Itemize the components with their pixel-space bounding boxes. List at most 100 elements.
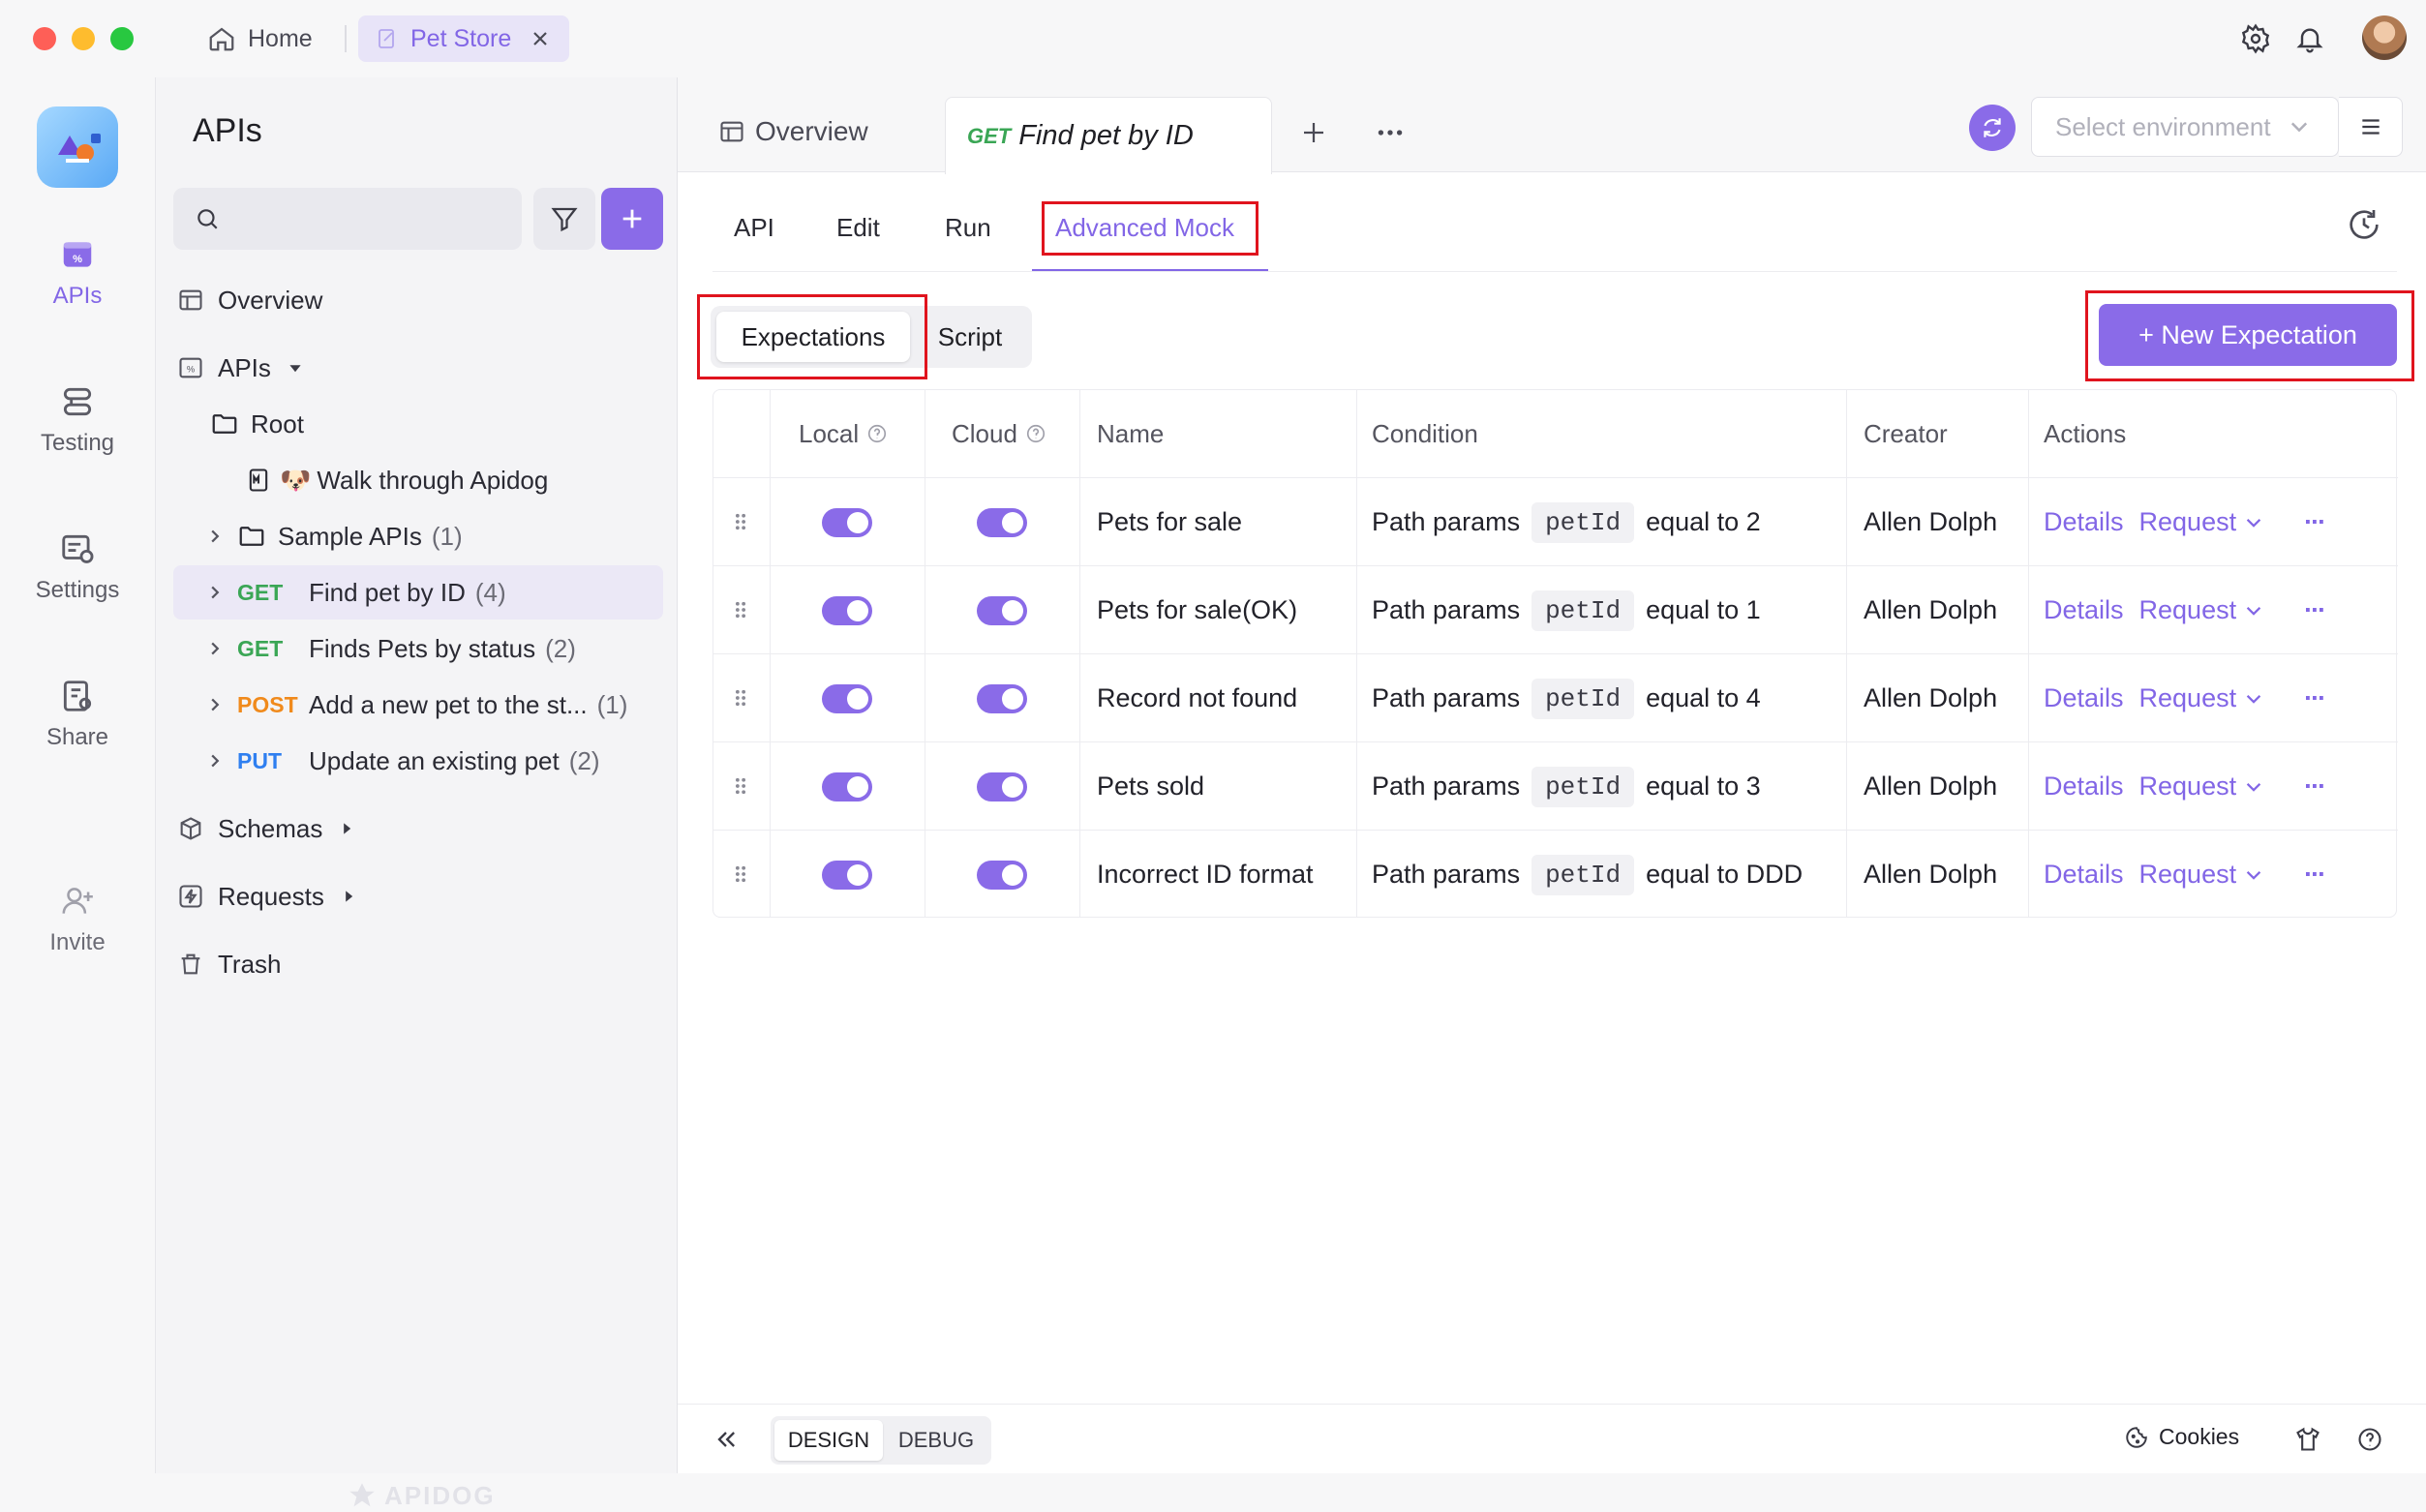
more-tabs-icon[interactable] bbox=[1375, 118, 1406, 147]
help-icon[interactable] bbox=[866, 423, 888, 444]
request-dropdown[interactable]: Request bbox=[2139, 771, 2237, 801]
bell-icon[interactable] bbox=[2294, 23, 2325, 54]
mode-design[interactable]: DESIGN bbox=[774, 1420, 883, 1461]
tree-item-walkthrough[interactable]: 🐶 Walk through Apidog bbox=[173, 453, 663, 507]
doc-tab-overview[interactable]: Overview bbox=[718, 116, 868, 147]
cloud-toggle[interactable] bbox=[977, 595, 1027, 625]
tree-item-schemas[interactable]: Schemas bbox=[173, 801, 663, 856]
cookies-button[interactable]: Cookies bbox=[2124, 1424, 2239, 1450]
tree-item-endpoint-update-pet[interactable]: PUT Update an existing pet (2) bbox=[173, 734, 663, 788]
subtab-edit[interactable]: Edit bbox=[836, 213, 880, 243]
method-badge: GET bbox=[967, 123, 1012, 148]
lightning-icon bbox=[179, 885, 202, 908]
new-tab-plus-icon[interactable] bbox=[1299, 118, 1328, 147]
table-row[interactable]: Record not found Path params petId equal… bbox=[713, 653, 2398, 741]
minimize-window-button[interactable] bbox=[72, 27, 95, 50]
local-toggle[interactable] bbox=[822, 507, 872, 537]
rail-item-share[interactable]: Share bbox=[0, 678, 155, 751]
mode-debug[interactable]: DEBUG bbox=[885, 1420, 987, 1461]
tree-item-requests[interactable]: Requests bbox=[173, 869, 663, 923]
rail-item-settings[interactable]: Settings bbox=[0, 530, 155, 604]
close-window-button[interactable] bbox=[33, 27, 56, 50]
rail-item-testing[interactable]: Testing bbox=[0, 383, 155, 457]
rail-label-invite: Invite bbox=[49, 929, 106, 955]
more-actions-button[interactable]: ··· bbox=[2304, 595, 2326, 625]
drag-handle-icon[interactable] bbox=[733, 511, 748, 532]
drag-handle-icon[interactable] bbox=[733, 775, 748, 797]
tree-item-trash[interactable]: Trash bbox=[173, 937, 663, 991]
chevron-down-icon[interactable] bbox=[2246, 691, 2261, 707]
details-link[interactable]: Details bbox=[2044, 771, 2124, 801]
local-toggle[interactable] bbox=[822, 683, 872, 713]
maximize-window-button[interactable] bbox=[110, 27, 134, 50]
filter-button[interactable] bbox=[533, 188, 595, 250]
environment-select[interactable]: Select environment bbox=[2031, 97, 2339, 157]
search-input[interactable] bbox=[173, 188, 522, 250]
more-actions-button[interactable]: ··· bbox=[2304, 507, 2326, 537]
cloud-toggle[interactable] bbox=[977, 507, 1027, 537]
param-chip: petId bbox=[1531, 501, 1635, 543]
tree-item-endpoint-finds-pets[interactable]: GET Finds Pets by status (2) bbox=[173, 621, 663, 676]
details-link[interactable]: Details bbox=[2044, 595, 2124, 625]
local-toggle[interactable] bbox=[822, 860, 872, 890]
tree-item-root[interactable]: Root bbox=[173, 397, 663, 451]
tree-item-overview[interactable]: Overview bbox=[173, 273, 663, 327]
chevron-right-icon bbox=[211, 698, 220, 711]
more-actions-button[interactable]: ··· bbox=[2304, 683, 2326, 713]
chevron-down-icon[interactable] bbox=[2246, 867, 2261, 883]
cloud-toggle[interactable] bbox=[977, 860, 1027, 890]
param-chip: petId bbox=[1531, 854, 1635, 895]
table-row[interactable]: Pets for sale(OK) Path params petId equa… bbox=[713, 565, 2398, 653]
details-link[interactable]: Details bbox=[2044, 683, 2124, 713]
cloud-toggle[interactable] bbox=[977, 683, 1027, 713]
more-actions-button[interactable]: ··· bbox=[2304, 860, 2326, 890]
collapse-left-icon[interactable] bbox=[713, 1426, 740, 1453]
cloud-toggle[interactable] bbox=[977, 771, 1027, 801]
environment-menu-button[interactable] bbox=[2339, 97, 2403, 157]
add-api-button[interactable] bbox=[601, 188, 663, 250]
tab-home[interactable]: Home bbox=[207, 21, 313, 56]
request-dropdown[interactable]: Request bbox=[2139, 507, 2237, 537]
tab-pet-store[interactable]: Pet Store bbox=[358, 15, 569, 62]
subtab-run[interactable]: Run bbox=[945, 213, 991, 243]
folder-icon bbox=[212, 414, 237, 434]
request-dropdown[interactable]: Request bbox=[2139, 595, 2237, 625]
close-icon[interactable] bbox=[531, 29, 550, 48]
tree-item-sample-apis[interactable]: Sample APIs (1) bbox=[173, 509, 663, 563]
history-icon[interactable] bbox=[2345, 205, 2383, 244]
request-dropdown[interactable]: Request bbox=[2139, 860, 2237, 890]
segment-script[interactable]: Script bbox=[916, 312, 1024, 362]
expectation-name: Pets sold bbox=[1097, 771, 1205, 801]
shirt-icon[interactable] bbox=[2294, 1426, 2321, 1453]
chevron-down-icon[interactable] bbox=[2246, 779, 2261, 795]
tree-item-apis[interactable]: % APIs bbox=[173, 341, 663, 395]
chevron-down-icon[interactable] bbox=[2246, 603, 2261, 619]
request-dropdown[interactable]: Request bbox=[2139, 683, 2237, 713]
drag-handle-icon[interactable] bbox=[733, 863, 748, 885]
table-row[interactable]: Pets for sale Path params petId equal to… bbox=[713, 477, 2398, 565]
details-link[interactable]: Details bbox=[2044, 860, 2124, 890]
help-circle-icon[interactable] bbox=[2356, 1426, 2383, 1453]
local-toggle[interactable] bbox=[822, 771, 872, 801]
doc-tab-find-pet[interactable]: GET Find pet by ID bbox=[945, 97, 1272, 174]
chevron-down-icon[interactable] bbox=[2246, 515, 2261, 530]
subtab-api[interactable]: API bbox=[734, 213, 774, 243]
gear-icon[interactable] bbox=[2240, 23, 2271, 54]
tree-item-endpoint-find-pet[interactable]: GET Find pet by ID (4) bbox=[173, 565, 663, 620]
sync-button[interactable] bbox=[1969, 105, 2016, 151]
tree-item-endpoint-add-pet[interactable]: POST Add a new pet to the st... (1) bbox=[173, 678, 663, 732]
drag-handle-icon[interactable] bbox=[733, 599, 748, 620]
help-icon[interactable] bbox=[1025, 423, 1046, 444]
details-link[interactable]: Details bbox=[2044, 507, 2124, 537]
table-row[interactable]: Pets sold Path params petId equal to 3 A… bbox=[713, 741, 2398, 830]
more-actions-button[interactable]: ··· bbox=[2304, 771, 2326, 801]
tree-label-sample-apis: Sample APIs bbox=[278, 521, 422, 551]
rail-item-apis[interactable]: % APIs bbox=[0, 236, 155, 310]
local-toggle[interactable] bbox=[822, 595, 872, 625]
header-creator: Creator bbox=[1864, 418, 1948, 448]
table-row[interactable]: Incorrect ID format Path params petId eq… bbox=[713, 830, 2398, 918]
drag-handle-icon[interactable] bbox=[733, 687, 748, 709]
rail-item-invite[interactable]: Invite bbox=[0, 883, 155, 956]
method-badge: GET bbox=[237, 579, 284, 605]
avatar[interactable] bbox=[2362, 15, 2407, 60]
